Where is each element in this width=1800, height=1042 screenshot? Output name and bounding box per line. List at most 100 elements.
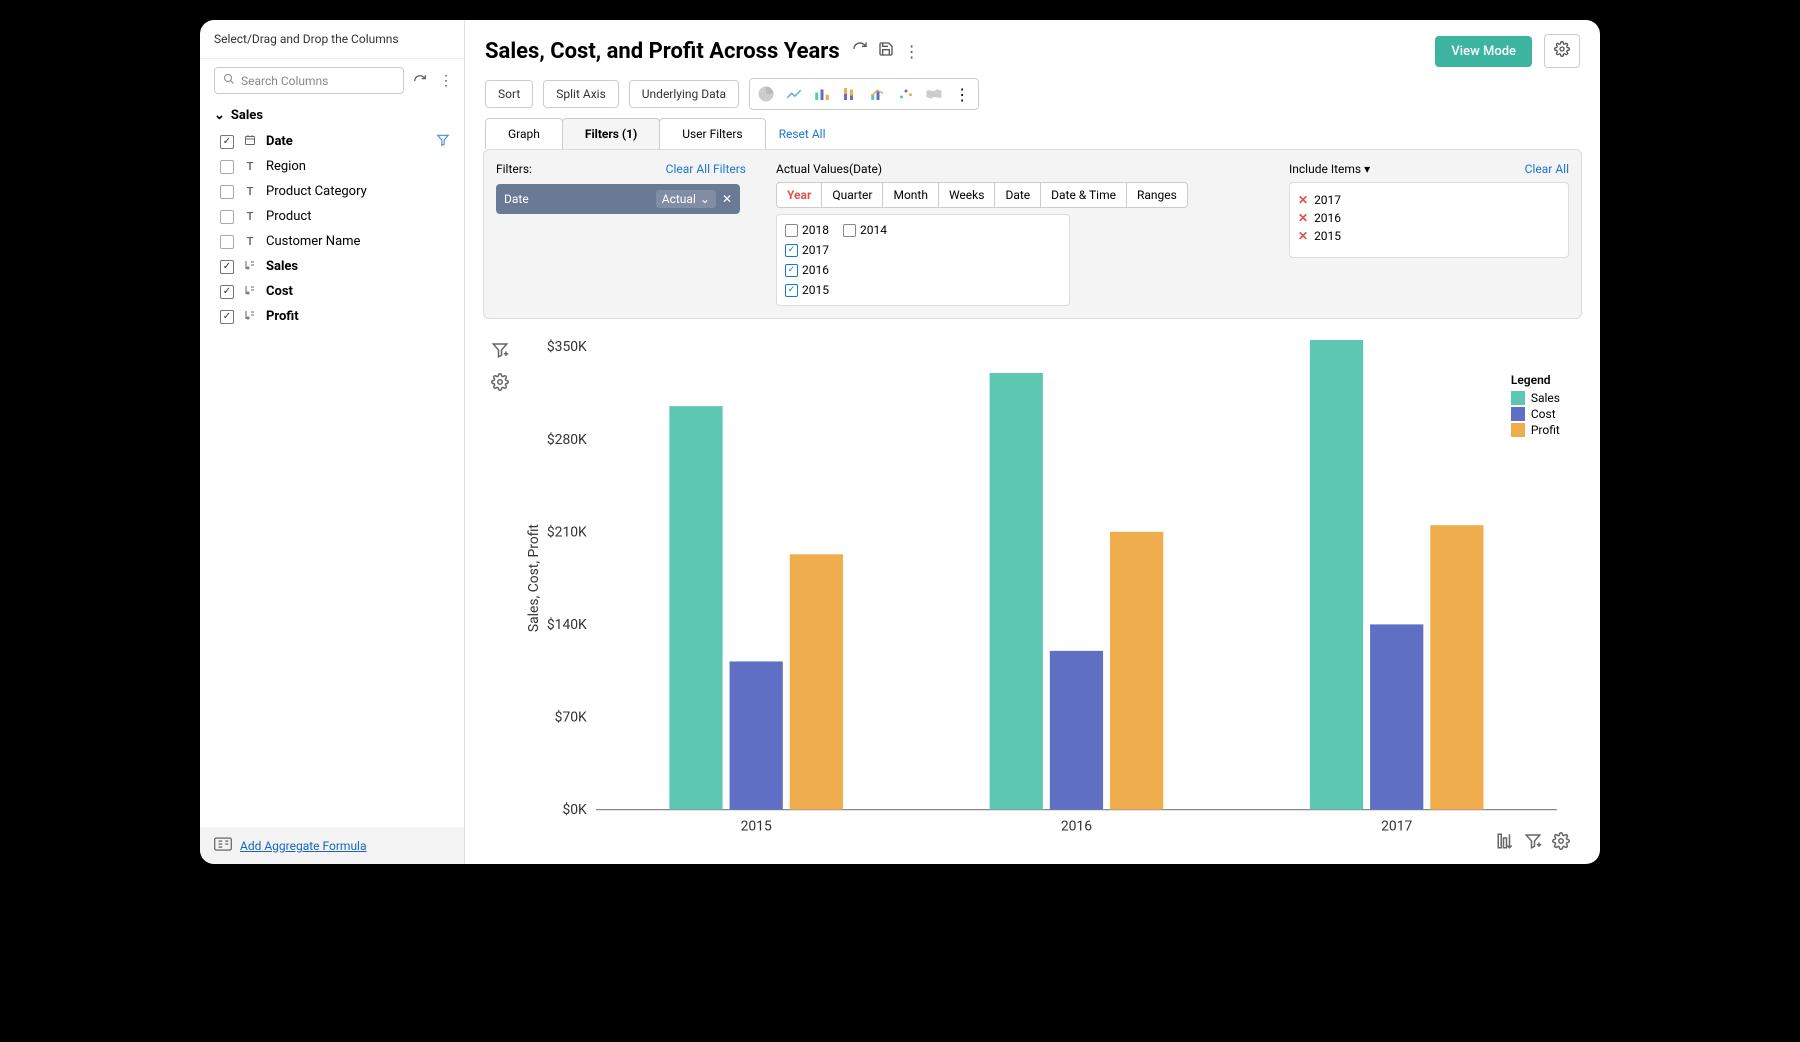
checkbox-icon (785, 244, 798, 257)
line-chart-icon[interactable] (782, 82, 806, 106)
legend-item[interactable]: Sales (1511, 391, 1560, 405)
bar[interactable] (730, 661, 783, 809)
checkbox-icon[interactable] (220, 260, 234, 274)
tab-user-filters[interactable]: User Filters (659, 118, 765, 149)
more-vertical-icon[interactable]: ⋮ (950, 82, 974, 106)
filter-panel: Filters: Clear All Filters Date Actual ⌄… (483, 149, 1582, 319)
remove-icon[interactable]: ✕ (1298, 193, 1308, 207)
year-label: 2015 (802, 283, 829, 297)
pie-chart-icon[interactable] (754, 82, 778, 106)
year-label: 2016 (802, 263, 829, 277)
filter-add-icon[interactable] (1524, 832, 1542, 854)
save-icon[interactable] (878, 41, 894, 61)
stacked-bar-icon[interactable] (838, 82, 862, 106)
av-tab[interactable]: Weeks (939, 183, 995, 207)
add-aggregate-formula-link[interactable]: Add Aggregate Formula (240, 839, 367, 853)
checkbox-icon[interactable] (220, 185, 234, 199)
text-type-icon: T (242, 185, 258, 198)
combo-chart-icon[interactable] (866, 82, 890, 106)
sidebar-item[interactable]: TRegion (214, 154, 450, 179)
bar[interactable] (1370, 624, 1423, 809)
checkbox-icon[interactable] (220, 210, 234, 224)
bar[interactable] (790, 554, 843, 809)
legend-label: Profit (1531, 423, 1560, 437)
checkbox-icon[interactable] (220, 285, 234, 299)
bar[interactable] (1050, 651, 1103, 810)
remove-icon[interactable]: ✕ (1298, 211, 1308, 225)
filters-label: Filters: (496, 162, 532, 176)
year-label: 2014 (860, 223, 887, 237)
av-tab[interactable]: Date & Time (1041, 183, 1127, 207)
legend: Legend SalesCostProfit (1511, 373, 1560, 439)
clear-all-included-link[interactable]: Clear All (1525, 162, 1569, 176)
legend-item[interactable]: Profit (1511, 423, 1560, 437)
year-checkbox[interactable]: 2018 (785, 223, 829, 237)
sidebar-item[interactable]: TCustomer Name (214, 229, 450, 254)
sidebar-item-label: Profit (266, 309, 299, 324)
sort-button[interactable]: Sort (486, 81, 532, 107)
sidebar-item[interactable]: Date (214, 129, 450, 154)
av-tab[interactable]: Year (777, 183, 822, 207)
year-checkbox[interactable]: 2015 (785, 283, 829, 297)
include-items-dropdown[interactable]: Include Items ▾ (1289, 162, 1370, 176)
filter-icon[interactable] (436, 133, 450, 151)
sidebar-header: Select/Drag and Drop the Columns (200, 20, 464, 59)
clear-all-filters-link[interactable]: Clear All Filters (666, 162, 746, 176)
underlying-data-button[interactable]: Underlying Data (630, 81, 738, 107)
chip-mode-dropdown[interactable]: Actual ⌄ (656, 190, 716, 208)
checkbox-icon[interactable] (220, 235, 234, 249)
bar-chart: $0K$70K$140K$210K$280K$350KSales, Cost, … (515, 335, 1580, 844)
chart-footer-tools (1496, 832, 1570, 854)
legend-item[interactable]: Cost (1511, 407, 1560, 421)
checkbox-icon[interactable] (220, 310, 234, 324)
filter-chip-date[interactable]: Date Actual ⌄ ✕ (496, 184, 740, 214)
gear-icon[interactable] (491, 373, 509, 395)
year-checkbox[interactable]: 2016 (785, 263, 829, 277)
bar[interactable] (1430, 525, 1483, 809)
year-checkbox[interactable]: 2017 (785, 243, 829, 257)
av-tab[interactable]: Date (995, 183, 1041, 207)
included-label: 2017 (1314, 193, 1341, 207)
more-vertical-icon[interactable]: ⋮ (904, 42, 920, 61)
filter-add-icon[interactable] (491, 341, 509, 363)
bar[interactable] (669, 406, 722, 810)
sidebar-item[interactable]: Cost (214, 279, 450, 304)
chart-side-tools (485, 335, 515, 844)
map-chart-icon[interactable] (922, 82, 946, 106)
search-input[interactable]: Search Columns (214, 67, 404, 94)
year-checkboxes: 2018 2014 2017 2016 2015 (776, 214, 1070, 306)
reset-all-link[interactable]: Reset All (779, 127, 826, 141)
more-vertical-icon[interactable]: ⋮ (436, 71, 456, 91)
refresh-icon[interactable] (410, 71, 430, 91)
av-tab[interactable]: Month (883, 183, 938, 207)
formula-icon (214, 837, 232, 854)
svg-text:2017: 2017 (1381, 818, 1412, 834)
sidebar-item[interactable]: Profit (214, 304, 450, 329)
bar[interactable] (1310, 340, 1363, 810)
settings-button[interactable] (1544, 34, 1580, 68)
bar[interactable] (1110, 532, 1163, 810)
sidebar-item[interactable]: Sales (214, 254, 450, 279)
sidebar-group-toggle[interactable]: ⌄ Sales (214, 102, 450, 129)
tab-filters[interactable]: Filters (1) (562, 118, 660, 149)
checkbox-icon[interactable] (220, 160, 234, 174)
chip-remove-icon[interactable]: ✕ (722, 192, 732, 206)
checkbox-icon[interactable] (220, 135, 234, 149)
filter-col-chips: Filters: Clear All Filters Date Actual ⌄… (496, 162, 746, 306)
av-tab[interactable]: Ranges (1127, 183, 1187, 207)
av-tab[interactable]: Quarter (822, 183, 883, 207)
included-label: 2016 (1314, 211, 1341, 225)
bar[interactable] (990, 373, 1043, 810)
view-mode-button[interactable]: View Mode (1435, 36, 1532, 67)
sidebar-item[interactable]: TProduct Category (214, 179, 450, 204)
tab-graph[interactable]: Graph (485, 118, 563, 149)
sidebar-item[interactable]: TProduct (214, 204, 450, 229)
refresh-icon[interactable] (852, 41, 868, 61)
bar-chart-icon[interactable] (810, 82, 834, 106)
remove-icon[interactable]: ✕ (1298, 229, 1308, 243)
scatter-chart-icon[interactable] (894, 82, 918, 106)
split-axis-button[interactable]: Split Axis (544, 81, 618, 107)
gear-icon[interactable] (1552, 832, 1570, 854)
sort-columns-icon[interactable] (1496, 832, 1514, 854)
year-checkbox[interactable]: 2014 (843, 223, 887, 237)
